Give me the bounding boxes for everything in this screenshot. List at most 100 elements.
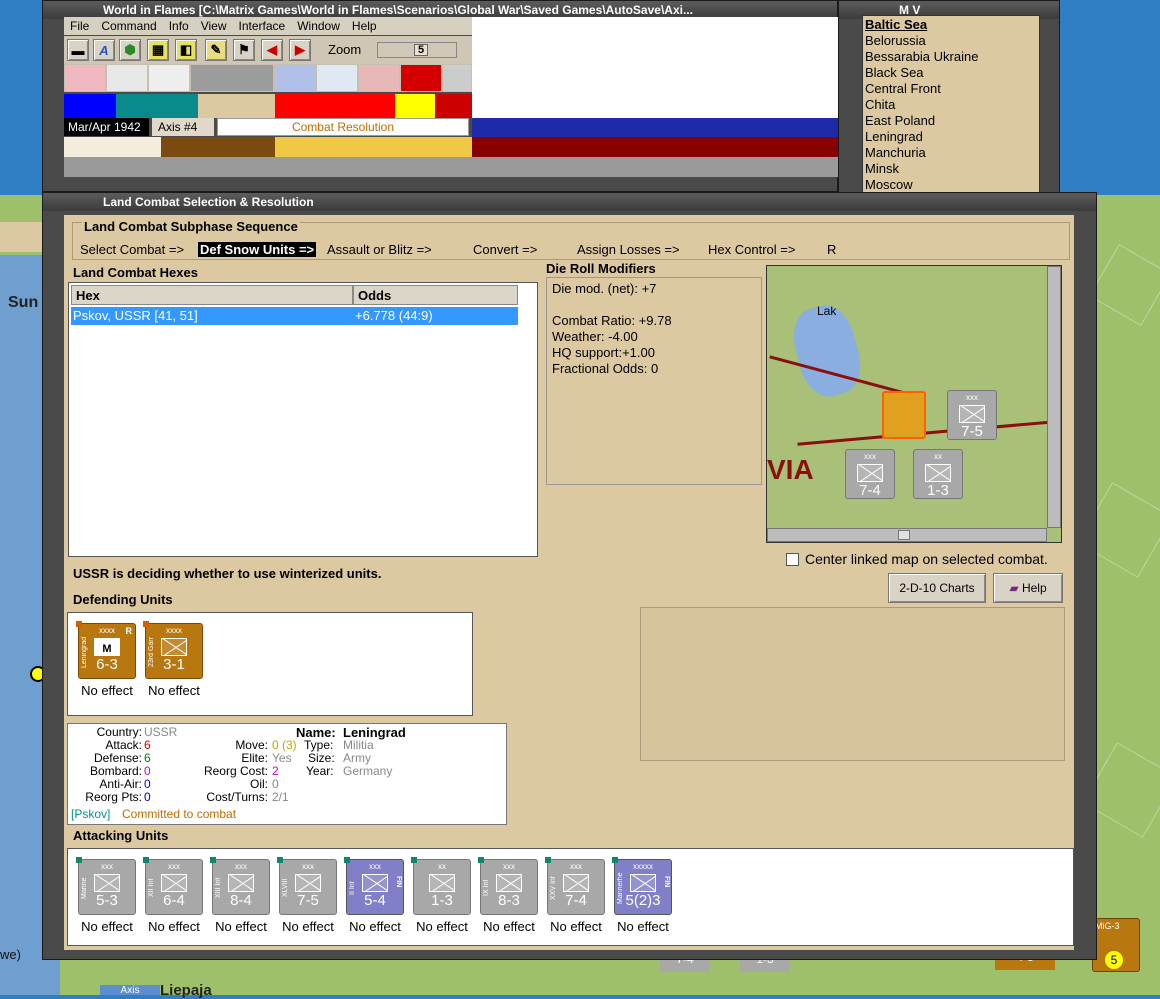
menu-window[interactable]: Window	[291, 17, 346, 35]
combat-minimap[interactable]: Lak VIA xxx 7-5 xxx 7-4 xx 1-3	[766, 265, 1062, 543]
combat-window-title[interactable]: Land Combat Selection & Resolution	[43, 193, 1096, 211]
unit-size: xxxxx	[633, 862, 653, 871]
neutral-flag-icon[interactable]	[443, 65, 471, 91]
turn-display: Axis #4	[152, 118, 214, 136]
unit-name: Mannerheim	[617, 872, 624, 904]
sea-area-item[interactable]: Minsk	[865, 161, 1037, 177]
charts-button[interactable]: 2-D-10 Charts	[888, 573, 986, 603]
minimap-vscrollbar[interactable]	[1047, 266, 1061, 528]
unit-size: xx	[438, 862, 446, 871]
sea-area-item[interactable]: Bessarabia Ukraine	[865, 49, 1037, 65]
info-key: Year:	[306, 764, 334, 778]
usa-flag-icon[interactable]	[359, 65, 399, 91]
unit-effect: No effect	[81, 919, 133, 934]
zoom-slider[interactable]: 5	[377, 42, 457, 58]
unit-type-icon	[295, 874, 321, 892]
map-counter-mig3[interactable]: MiG-3 5	[1092, 918, 1140, 972]
table-row[interactable]: Pskov, USSR [41, 51] +6.778 (44:9)	[71, 307, 518, 325]
col-odds[interactable]: Odds	[353, 285, 518, 305]
phase-display: Combat Resolution	[217, 118, 469, 136]
menu-help[interactable]: Help	[346, 17, 383, 35]
unit-type-icon	[228, 874, 254, 892]
info-status: Committed to combat	[122, 807, 237, 821]
center-map-checkbox[interactable]	[786, 553, 799, 566]
sea-area-item[interactable]: Manchuria	[865, 145, 1037, 161]
unit-effect: No effect	[483, 919, 535, 934]
germany-flag-icon[interactable]	[65, 65, 105, 91]
drm-line: Weather: -4.00	[552, 329, 638, 344]
sequence-title: Land Combat Subphase Sequence	[82, 219, 300, 234]
japan-flag-icon[interactable]	[149, 65, 189, 91]
ussr-flag-icon[interactable]	[401, 65, 441, 91]
attacking-unit-counter[interactable]: xxx II Inf 5-4 FIN	[344, 857, 404, 915]
defending-unit-counter[interactable]: xxxx Leningrad M 6-3 R	[76, 621, 136, 679]
map-axis-tab[interactable]: Axis	[100, 985, 160, 996]
odds-cell: +6.778 (44:9)	[355, 308, 433, 323]
menu-view[interactable]: View	[195, 17, 233, 35]
france-flag-icon[interactable]	[317, 65, 357, 91]
sea-area-item[interactable]: Baltic Sea	[865, 17, 1037, 33]
attacking-unit-counter[interactable]: xx 1-3	[411, 857, 471, 915]
flag-icon[interactable]: ⚑	[233, 39, 255, 61]
sea-area-item[interactable]: Chita	[865, 97, 1037, 113]
center-map-option[interactable]: Center linked map on selected combat.	[786, 551, 1048, 567]
unit-type-icon	[563, 874, 589, 892]
unit-effect: No effect	[282, 919, 334, 934]
col-hex[interactable]: Hex	[71, 285, 353, 305]
pencil-icon[interactable]: ✎	[205, 39, 227, 61]
mig3-label: MiG-3	[1095, 921, 1120, 931]
book-icon: ▰	[1009, 581, 1022, 595]
sea-area-item[interactable]: Central Front	[865, 81, 1037, 97]
tank-icon[interactable]: ▬	[67, 39, 89, 61]
help-button[interactable]: ▰ Help	[993, 573, 1063, 603]
unit-marker-icon	[411, 857, 417, 863]
minimap-counter[interactable]: xx 1-3	[913, 449, 963, 499]
menu-file[interactable]: File	[64, 17, 95, 35]
font-icon[interactable]: A	[93, 39, 115, 61]
unit-size: xxx	[369, 862, 381, 871]
color-strip	[395, 94, 435, 118]
minimap-counter[interactable]: xxx 7-4	[845, 449, 895, 499]
drm-panel: Die mod. (net): +7 Combat Ratio: +9.78 Wea…	[546, 277, 762, 485]
gear-icon[interactable]: ⬢	[119, 39, 141, 61]
layers-icon[interactable]: ◧	[175, 39, 197, 61]
minimap-counter[interactable]: xxx 7-5	[947, 390, 997, 440]
menu-interface[interactable]: Interface	[233, 17, 292, 35]
unit-type-icon	[362, 874, 388, 892]
sea-area-item[interactable]: Belorussia	[865, 33, 1037, 49]
unit-marker-icon	[143, 621, 149, 627]
grid-icon[interactable]: ▦	[147, 39, 169, 61]
color-strip	[161, 137, 275, 157]
sea-area-item[interactable]: East Poland	[865, 113, 1037, 129]
selected-combat-counter[interactable]	[882, 391, 926, 439]
unit-effect: No effect	[81, 683, 133, 698]
mig3-value: 5	[1105, 951, 1123, 969]
unit-marker-icon	[612, 857, 618, 863]
attacking-unit-counter[interactable]: xxx XII Inf 6-4	[143, 857, 203, 915]
attacking-unit-counter[interactable]: xxx XXV Inf 7-4	[545, 857, 605, 915]
sea-area-item[interactable]: Moscow	[865, 177, 1037, 193]
seq-def-snow-units: Def Snow Units =>	[198, 242, 317, 257]
attacking-unit-counter[interactable]: xxxXLVIII Arm7-5	[277, 857, 337, 915]
unit-size: xxx	[302, 862, 314, 871]
sea-area-item[interactable]: Black Sea	[865, 65, 1037, 81]
attacking-unit-counter[interactable]: xxx Marine 5-3	[76, 857, 136, 915]
color-strip	[275, 94, 395, 118]
defending-unit-counter[interactable]: xxxx 23rd Garr 3-1	[143, 621, 203, 679]
menu-command[interactable]: Command	[95, 17, 162, 35]
minimap-hscrollbar[interactable]	[767, 528, 1047, 542]
arrow-left-icon[interactable]: ◀	[261, 39, 283, 61]
attacking-unit-counter[interactable]: xxx XIII Inf 8-4	[210, 857, 270, 915]
uk-flag-icon[interactable]	[275, 65, 315, 91]
unit-name	[415, 872, 425, 904]
sea-area-item[interactable]: Leningrad	[865, 129, 1037, 145]
swiss-flag-icon[interactable]	[107, 65, 147, 91]
date-display: Mar/Apr 1942	[64, 118, 149, 136]
attacking-unit-counter[interactable]: xxx IX Inf 8-3	[478, 857, 538, 915]
arrow-right-icon[interactable]: ▶	[289, 39, 311, 61]
menu-info[interactable]: Info	[163, 17, 195, 35]
hexes-title: Land Combat Hexes	[73, 265, 198, 280]
attacking-unit-counter[interactable]: xxxxx Mannerheim 5(2)3 FIN	[612, 857, 672, 915]
attacking-units-panel: xxx Marine 5-3 No effect xxx XII Inf 6-4 No eff…	[67, 848, 1074, 946]
zoom-value[interactable]: 5	[414, 44, 428, 56]
